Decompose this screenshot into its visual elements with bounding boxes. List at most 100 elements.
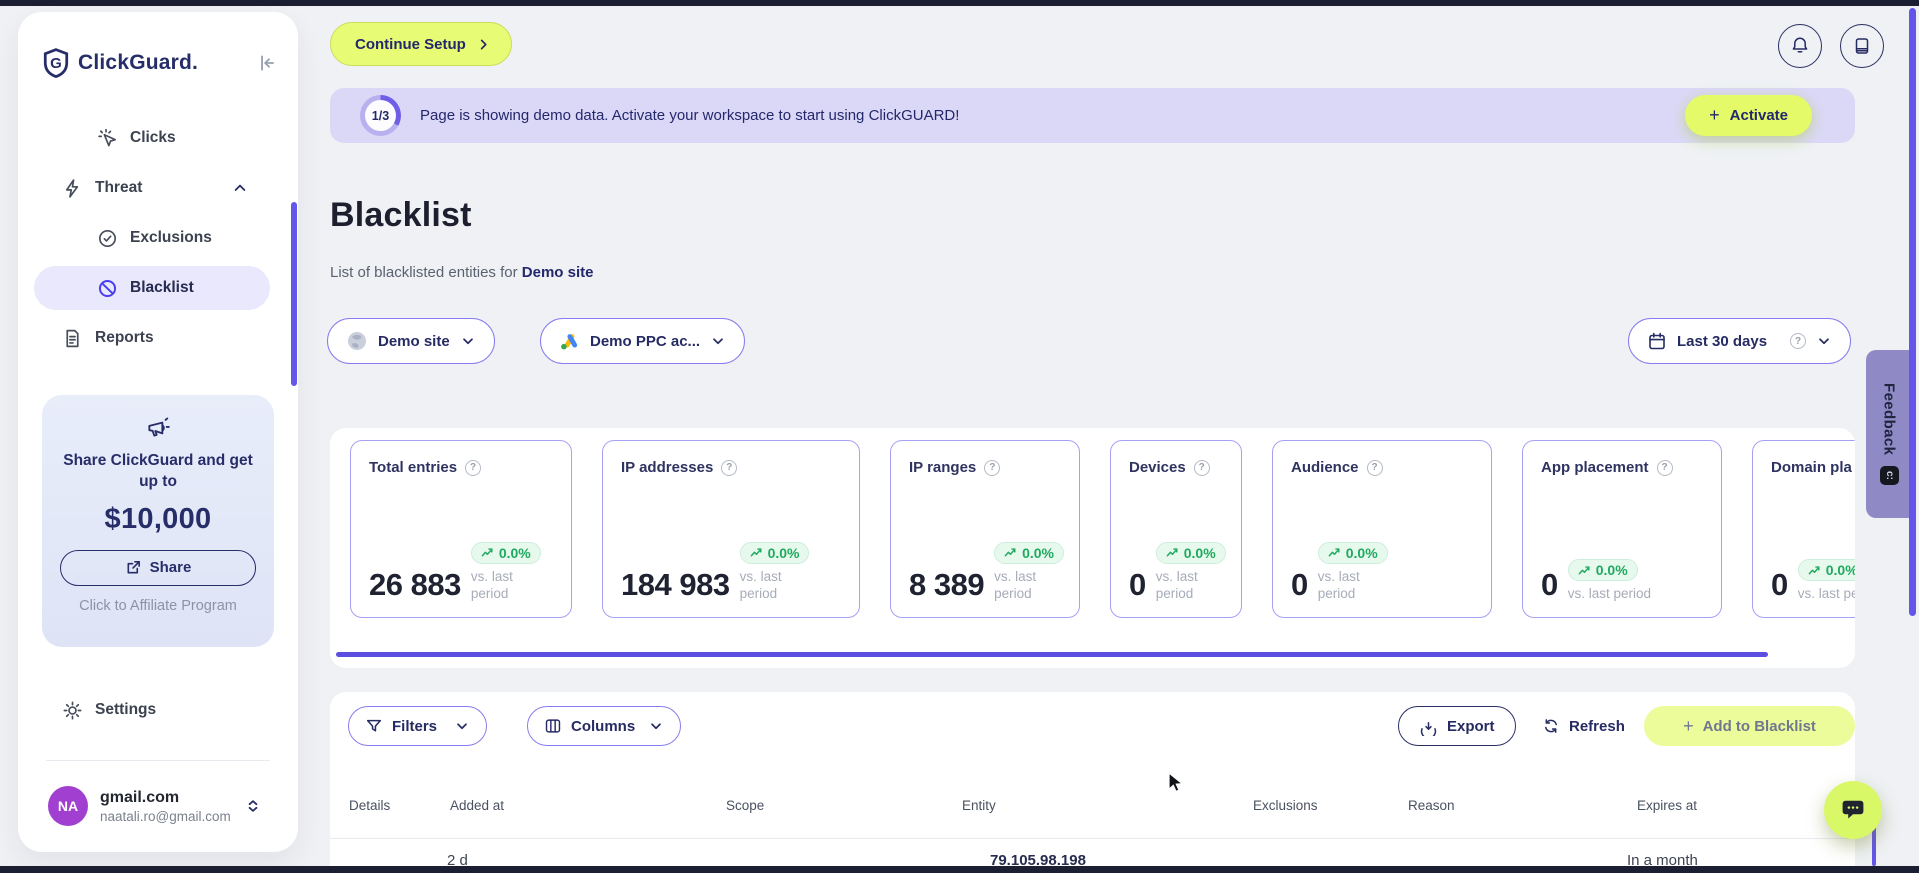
chevron-down-icon <box>460 333 476 349</box>
date-range-value: Last 30 days <box>1677 332 1768 350</box>
sidebar-item-clicks[interactable]: Clicks <box>18 116 298 160</box>
affiliate-promo-card[interactable]: Share ClickGuard and get up to $10,000 S… <box>42 395 274 647</box>
sidebar-item-label: Reports <box>95 329 154 346</box>
refresh-icon <box>1542 717 1560 735</box>
block-icon <box>97 278 118 299</box>
stat-label: App placement <box>1541 459 1649 476</box>
account-name: gmail.com <box>100 788 180 806</box>
share-button[interactable]: Share <box>60 549 256 586</box>
sidebar-collapse-icon[interactable] <box>256 52 278 74</box>
column-header-expires-at: Expires at <box>1637 798 1698 813</box>
help-icon[interactable]: ? <box>1656 459 1673 476</box>
stat-caption: vs. last period <box>1317 568 1360 602</box>
account-switcher[interactable]: NA gmail.com naatali.ro@gmail.com <box>18 774 298 838</box>
globe-icon <box>346 330 368 352</box>
trend-up-icon <box>481 548 493 557</box>
export-download-icon <box>1419 717 1438 736</box>
stat-label: Domain pla <box>1771 459 1852 476</box>
column-header-entity: Entity <box>962 798 996 813</box>
vertical-scrollbar[interactable] <box>1909 8 1916 616</box>
stat-caption: vs. last period <box>1567 586 1652 602</box>
chat-launcher-button[interactable] <box>1824 781 1882 839</box>
table-header-divider <box>330 838 1855 839</box>
column-header-added-at: Added at <box>450 798 505 813</box>
help-icon[interactable]: ? <box>984 459 1001 476</box>
stat-delta: 0.0% <box>1183 544 1216 561</box>
sidebar-item-reports[interactable]: Reports <box>18 316 298 360</box>
cell-expires-at: In a month <box>1627 852 1698 866</box>
stat-caption: vs. last per <box>1797 586 1855 602</box>
stat-caption: vs. last period <box>739 568 782 602</box>
export-label: Export <box>1447 717 1495 735</box>
trend-up-icon <box>750 548 762 557</box>
sidebar-item-threat[interactable]: Threat <box>18 166 298 210</box>
table-row[interactable]: 2 d 79.105.98.198 In a month <box>330 852 1855 866</box>
filters-label: Filters <box>392 717 438 735</box>
sidebar-item-label: Clicks <box>130 129 176 146</box>
stat-value: 184 983 <box>621 567 730 602</box>
feedback-chat-icon: c: <box>1879 465 1899 485</box>
stat-card-ip-addresses: IP addresses? 184 983 0.0% vs. last peri… <box>602 440 860 618</box>
trend-up-icon <box>1808 566 1820 575</box>
bell-icon <box>1790 36 1810 56</box>
gear-icon <box>62 700 83 721</box>
sidebar-nav: Clicks Threat Exclusions Blacklist Repor… <box>18 116 298 366</box>
megaphone-icon <box>58 415 258 441</box>
ppc-account-selector[interactable]: Demo PPC ac... <box>540 318 746 364</box>
columns-button[interactable]: Columns <box>527 706 682 746</box>
chat-bubble-icon <box>1840 797 1866 823</box>
site-selector[interactable]: Demo site <box>327 318 495 364</box>
promo-amount: $10,000 <box>104 502 212 535</box>
column-header-scope: Scope <box>726 798 765 813</box>
window-bottom-edge <box>0 866 1919 873</box>
stat-card-domain-placement: Domain pla? 0 0.0% vs. last per <box>1752 440 1855 618</box>
funnel-icon <box>365 717 383 735</box>
help-icon[interactable]: ? <box>721 459 738 476</box>
chevron-down-icon <box>1816 333 1832 349</box>
subtitle-site-name: Demo site <box>521 264 594 281</box>
avatar: NA <box>48 786 88 826</box>
chevron-up-down-icon[interactable] <box>244 797 262 815</box>
filters-button[interactable]: Filters <box>348 706 488 746</box>
sidebar-item-settings[interactable]: Settings <box>18 690 298 730</box>
add-to-blacklist-button[interactable]: + Add to Blacklist <box>1644 706 1855 746</box>
notifications-button[interactable] <box>1778 24 1822 68</box>
horizontal-scrollbar[interactable] <box>336 652 1768 657</box>
chevron-up-icon[interactable] <box>232 180 248 196</box>
badge-check-icon <box>97 228 118 249</box>
refresh-button[interactable]: Refresh <box>1542 706 1625 746</box>
help-icon[interactable]: ? <box>465 459 482 476</box>
help-icon[interactable]: ? <box>1366 459 1383 476</box>
settings-label: Settings <box>95 701 157 718</box>
sidebar-scrollbar[interactable] <box>291 202 297 386</box>
activate-button[interactable]: + Activate <box>1685 95 1812 136</box>
stat-caption: vs. last period <box>994 568 1037 602</box>
blacklist-table-panel: Filters Columns Export Refresh + Add to … <box>330 692 1855 866</box>
document-icon <box>62 328 83 349</box>
stat-delta: 0.0% <box>498 544 531 561</box>
sidebar-item-exclusions[interactable]: Exclusions <box>18 216 298 260</box>
help-icon[interactable]: ? <box>1193 459 1210 476</box>
cell-added-at: 2 d <box>447 852 468 866</box>
stat-card-total-entries: Total entries? 26 883 0.0% vs. last peri… <box>350 440 572 618</box>
cell-entity: 79.105.98.198 <box>990 852 1086 866</box>
activate-label: Activate <box>1729 107 1788 124</box>
continue-setup-button[interactable]: Continue Setup <box>330 22 512 66</box>
date-range-selector[interactable]: Last 30 days ? <box>1628 318 1851 364</box>
affiliate-link-label: Click to Affiliate Program <box>79 597 237 614</box>
export-button[interactable]: Export <box>1398 706 1516 746</box>
demo-data-banner: 1/3 Page is showing demo data. Activate … <box>330 88 1855 143</box>
column-header-reason: Reason <box>1408 798 1455 813</box>
sidebar-item-blacklist[interactable]: Blacklist <box>34 266 270 310</box>
columns-icon <box>544 717 562 735</box>
docs-button[interactable] <box>1840 24 1884 68</box>
feedback-tab[interactable]: Feedback c: <box>1866 350 1912 518</box>
site-selector-value: Demo site <box>378 332 450 350</box>
stat-card-devices: Devices? 0 0.0% vs. last period <box>1110 440 1242 618</box>
stat-label: Audience <box>1291 459 1359 476</box>
setup-progress-ring: 1/3 <box>360 95 401 136</box>
clickguard-logo-icon: G <box>42 48 70 78</box>
window-top-edge <box>0 0 1919 6</box>
stat-label: IP ranges <box>909 459 977 476</box>
help-icon[interactable]: ? <box>1790 333 1806 349</box>
